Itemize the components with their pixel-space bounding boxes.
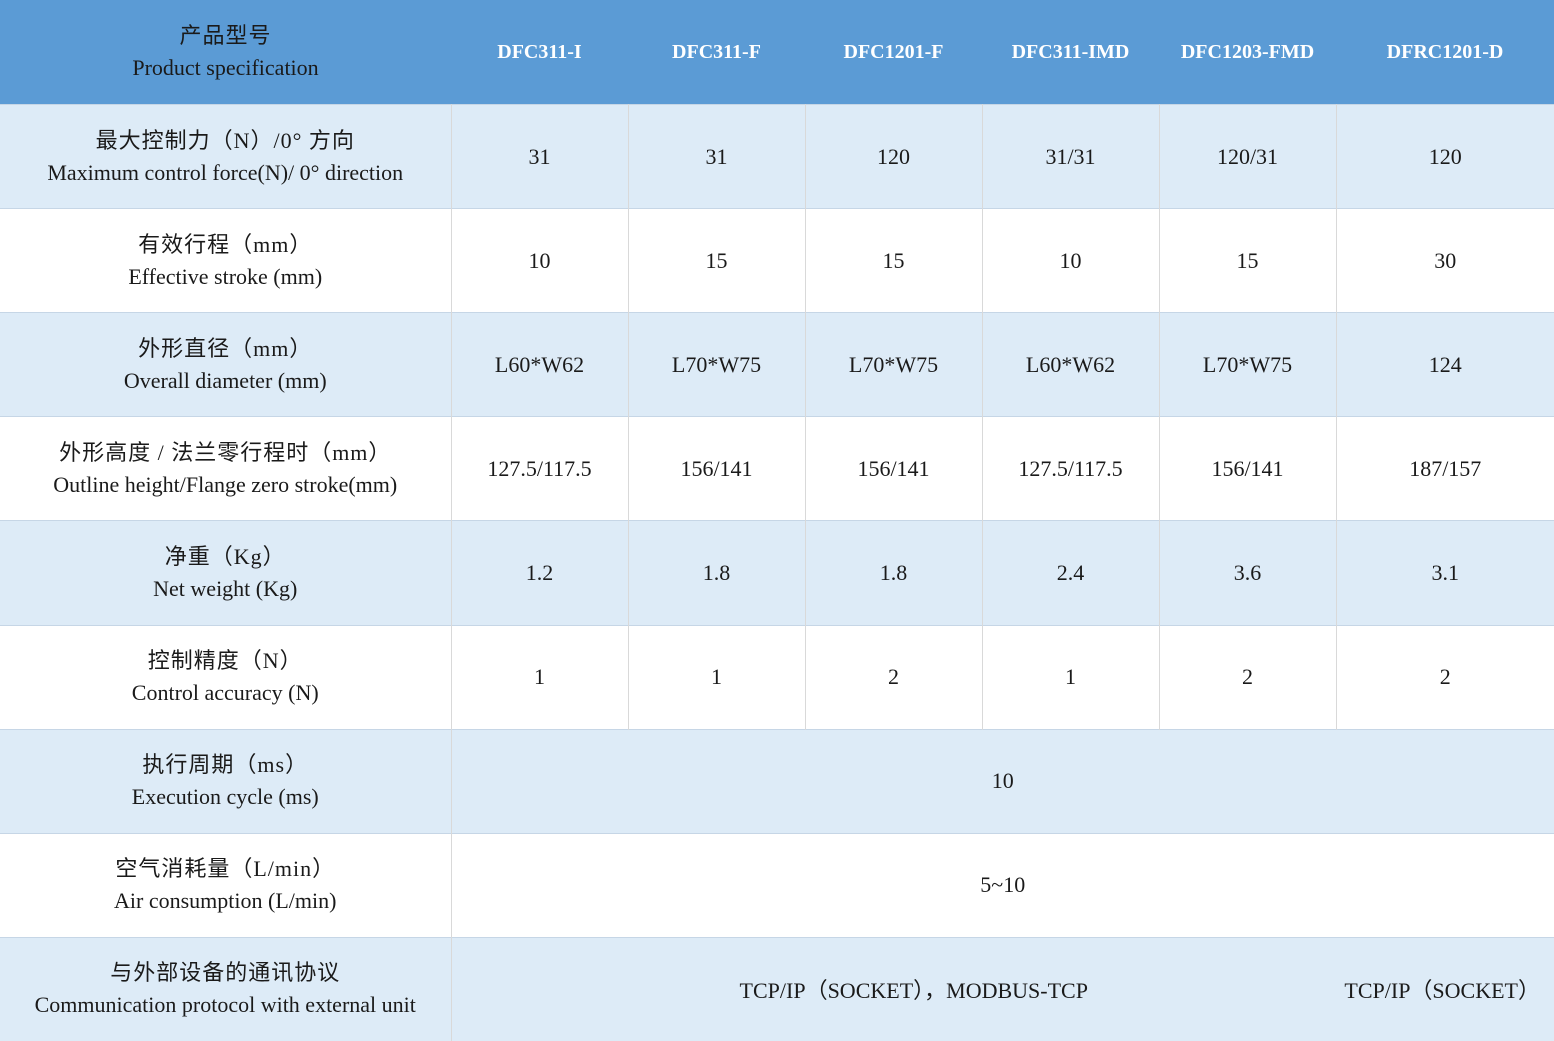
protocol-value-cell-last: TCP/IP（SOCKET） [1336, 936, 1554, 1041]
value-cell: 1 [982, 624, 1160, 730]
model-header: DFC1203-FMD [1159, 0, 1336, 105]
row-label-en: Control accuracy (N) [131, 680, 319, 706]
value-cell: 156/141 [805, 416, 983, 521]
model-header: DFC311-IMD [982, 0, 1159, 105]
row-label-zh: 外形高度 / 法兰零行程时（mm） [59, 439, 392, 465]
row-label: 外形直径（mm） Overall diameter (mm) [0, 312, 452, 417]
row-label-zh: 控制精度（N） [147, 648, 303, 674]
row-label-zh: 外形直径（mm） [138, 335, 313, 361]
row-max-control-force: 最大控制力（N）/0° 方向 Maximum control force(N)/… [0, 103, 1554, 209]
value-cell: 15 [628, 208, 806, 313]
value-cell: 120 [805, 103, 983, 209]
row-label: 最大控制力（N）/0° 方向 Maximum control force(N)/… [0, 103, 452, 209]
row-label-en: Effective stroke (mm) [128, 263, 323, 289]
row-label: 控制精度（N） Control accuracy (N) [0, 624, 452, 730]
value-cell: L60*W62 [982, 312, 1160, 417]
value-cell: 15 [805, 208, 983, 313]
spec-table: 产品型号 Product specification DFC311-I DFC3… [0, 0, 1554, 1041]
value-cell: 15 [1159, 208, 1337, 313]
model-header: DFRC1201-D [1336, 0, 1554, 105]
model-header: DFC311-I [451, 0, 628, 105]
model-header: DFC311-F [628, 0, 805, 105]
value-cell: 10 [451, 208, 629, 313]
value-cell: 120 [1336, 103, 1554, 209]
value-cell: 127.5/117.5 [451, 416, 629, 521]
row-outline-height: 外形高度 / 法兰零行程时（mm） Outline height/Flange … [0, 416, 1554, 521]
row-label-zh: 有效行程（mm） [138, 231, 313, 257]
row-label-en: Overall diameter (mm) [123, 367, 327, 393]
row-communication-protocol: 与外部设备的通讯协议 Communication protocol with e… [0, 936, 1554, 1041]
row-label-zh: 净重（Kg） [164, 543, 286, 569]
value-cell: 120/31 [1159, 103, 1337, 209]
row-label: 与外部设备的通讯协议 Communication protocol with e… [0, 936, 452, 1041]
row-control-accuracy: 控制精度（N） Control accuracy (N) 1 1 2 1 2 2 [0, 624, 1554, 730]
value-cell: L70*W75 [1159, 312, 1337, 417]
value-cell: 124 [1336, 312, 1554, 417]
row-label-zh: 最大控制力（N）/0° 方向 [95, 127, 355, 153]
value-cell: L60*W62 [451, 312, 629, 417]
value-cell: 3.1 [1336, 520, 1554, 626]
value-cell: 31 [451, 103, 629, 209]
value-cell: L70*W75 [628, 312, 806, 417]
model-header: DFC1201-F [805, 0, 982, 105]
merged-value-cell: 5~10 [451, 832, 1554, 938]
row-label-zh: 执行周期（ms） [142, 752, 309, 778]
value-cell: 31 [628, 103, 806, 209]
row-label-en: Outline height/Flange zero stroke(mm) [53, 471, 398, 497]
value-cell: 2 [1159, 624, 1337, 730]
row-air-consumption: 空气消耗量（L/min） Air consumption (L/min) 5~1… [0, 832, 1554, 938]
value-cell: 2 [805, 624, 983, 730]
row-label-en: Communication protocol with external uni… [34, 992, 416, 1018]
row-net-weight: 净重（Kg） Net weight (Kg) 1.2 1.8 1.8 2.4 3… [0, 520, 1554, 626]
row-label-zh: 与外部设备的通讯协议 [110, 960, 341, 986]
row-label-en: Net weight (Kg) [153, 575, 298, 601]
header-row: 产品型号 Product specification DFC311-I DFC3… [0, 0, 1554, 105]
protocol-value-cell: TCP/IP（SOCKET），MODBUS-TCP [451, 936, 1336, 1041]
row-label: 空气消耗量（L/min） Air consumption (L/min) [0, 832, 452, 938]
value-cell: 127.5/117.5 [982, 416, 1160, 521]
value-cell: 156/141 [628, 416, 806, 521]
value-cell: 1.2 [451, 520, 629, 626]
row-execution-cycle: 执行周期（ms） Execution cycle (ms) 10 [0, 728, 1554, 834]
value-cell: 1.8 [628, 520, 806, 626]
value-cell: 1 [451, 624, 629, 730]
row-overall-diameter: 外形直径（mm） Overall diameter (mm) L60*W62 L… [0, 312, 1554, 417]
value-cell: 2.4 [982, 520, 1160, 626]
value-cell: 30 [1336, 208, 1554, 313]
row-label: 净重（Kg） Net weight (Kg) [0, 520, 452, 626]
value-cell: 1 [628, 624, 806, 730]
value-cell: 1.8 [805, 520, 983, 626]
value-cell: 3.6 [1159, 520, 1337, 626]
row-effective-stroke: 有效行程（mm） Effective stroke (mm) 10 15 15 … [0, 208, 1554, 313]
header-label-en: Product specification [132, 55, 319, 80]
value-cell: 31/31 [982, 103, 1160, 209]
value-cell: 156/141 [1159, 416, 1337, 521]
row-label-en: Air consumption (L/min) [114, 888, 337, 914]
header-label-zh: 产品型号 [179, 23, 272, 48]
row-label-en: Maximum control force(N)/ 0° direction [47, 159, 404, 185]
value-cell: L70*W75 [805, 312, 983, 417]
row-label: 执行周期（ms） Execution cycle (ms) [0, 728, 452, 834]
row-label: 有效行程（mm） Effective stroke (mm) [0, 208, 452, 313]
row-label-zh: 空气消耗量（L/min） [115, 856, 336, 882]
value-cell: 2 [1336, 624, 1554, 730]
value-cell: 10 [982, 208, 1160, 313]
value-cell: 187/157 [1336, 416, 1554, 521]
header-label-cell: 产品型号 Product specification [0, 0, 451, 105]
row-label: 外形高度 / 法兰零行程时（mm） Outline height/Flange … [0, 416, 452, 521]
merged-value-cell: 10 [451, 728, 1554, 834]
row-label-en: Execution cycle (ms) [131, 784, 319, 810]
